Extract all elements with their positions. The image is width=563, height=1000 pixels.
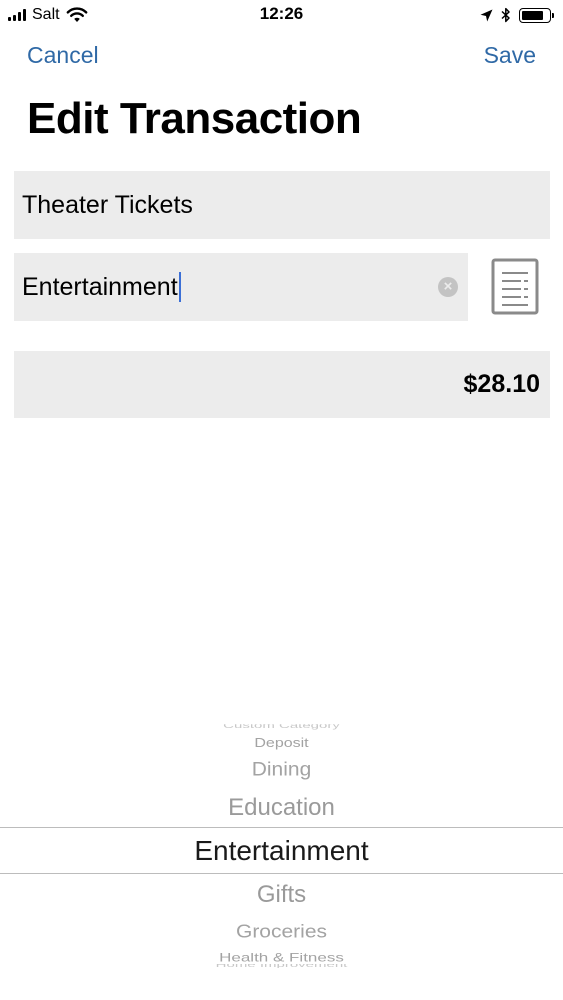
- picker-item-selected[interactable]: Entertainment: [0, 835, 563, 867]
- picker-item[interactable]: Dining: [0, 759, 563, 781]
- status-right: [480, 4, 554, 26]
- picker-item[interactable]: Custom Category: [0, 724, 563, 730]
- picker-item[interactable]: Deposit: [0, 737, 563, 751]
- category-value: Entertainment: [22, 272, 178, 301]
- transaction-name-value: Theater Tickets: [22, 190, 193, 219]
- category-picker[interactable]: Custom Category Deposit Dining Education…: [0, 720, 563, 970]
- picker-item[interactable]: Health & Fitness: [0, 951, 563, 965]
- cancel-button[interactable]: Cancel: [27, 42, 99, 69]
- clear-circle-icon[interactable]: ×: [438, 277, 458, 297]
- picker-selection-bottom-line: [0, 873, 563, 874]
- receipt-list-icon[interactable]: [491, 258, 539, 315]
- bluetooth-icon: [501, 7, 510, 23]
- battery-fill: [522, 10, 543, 20]
- picker-selection-top-line: [0, 827, 563, 828]
- battery-icon: [519, 7, 554, 23]
- picker-item[interactable]: Home Improvement: [0, 964, 563, 968]
- save-button[interactable]: Save: [484, 42, 536, 69]
- location-arrow-icon: [480, 9, 493, 21]
- status-bar: Salt 12:26: [0, 0, 563, 30]
- picker-item[interactable]: Gifts: [0, 881, 563, 909]
- status-time: 12:26: [259, 4, 304, 23]
- amount-field[interactable]: $28.10: [14, 351, 550, 418]
- page-title: Edit Transaction: [27, 94, 362, 143]
- category-field[interactable]: Entertainment ×: [14, 253, 468, 321]
- text-cursor: [178, 272, 181, 302]
- picker-item[interactable]: Education: [0, 794, 563, 822]
- transaction-name-field[interactable]: Theater Tickets: [14, 171, 550, 239]
- picker-item[interactable]: Groceries: [0, 921, 563, 942]
- amount-value: $28.10: [463, 370, 540, 398]
